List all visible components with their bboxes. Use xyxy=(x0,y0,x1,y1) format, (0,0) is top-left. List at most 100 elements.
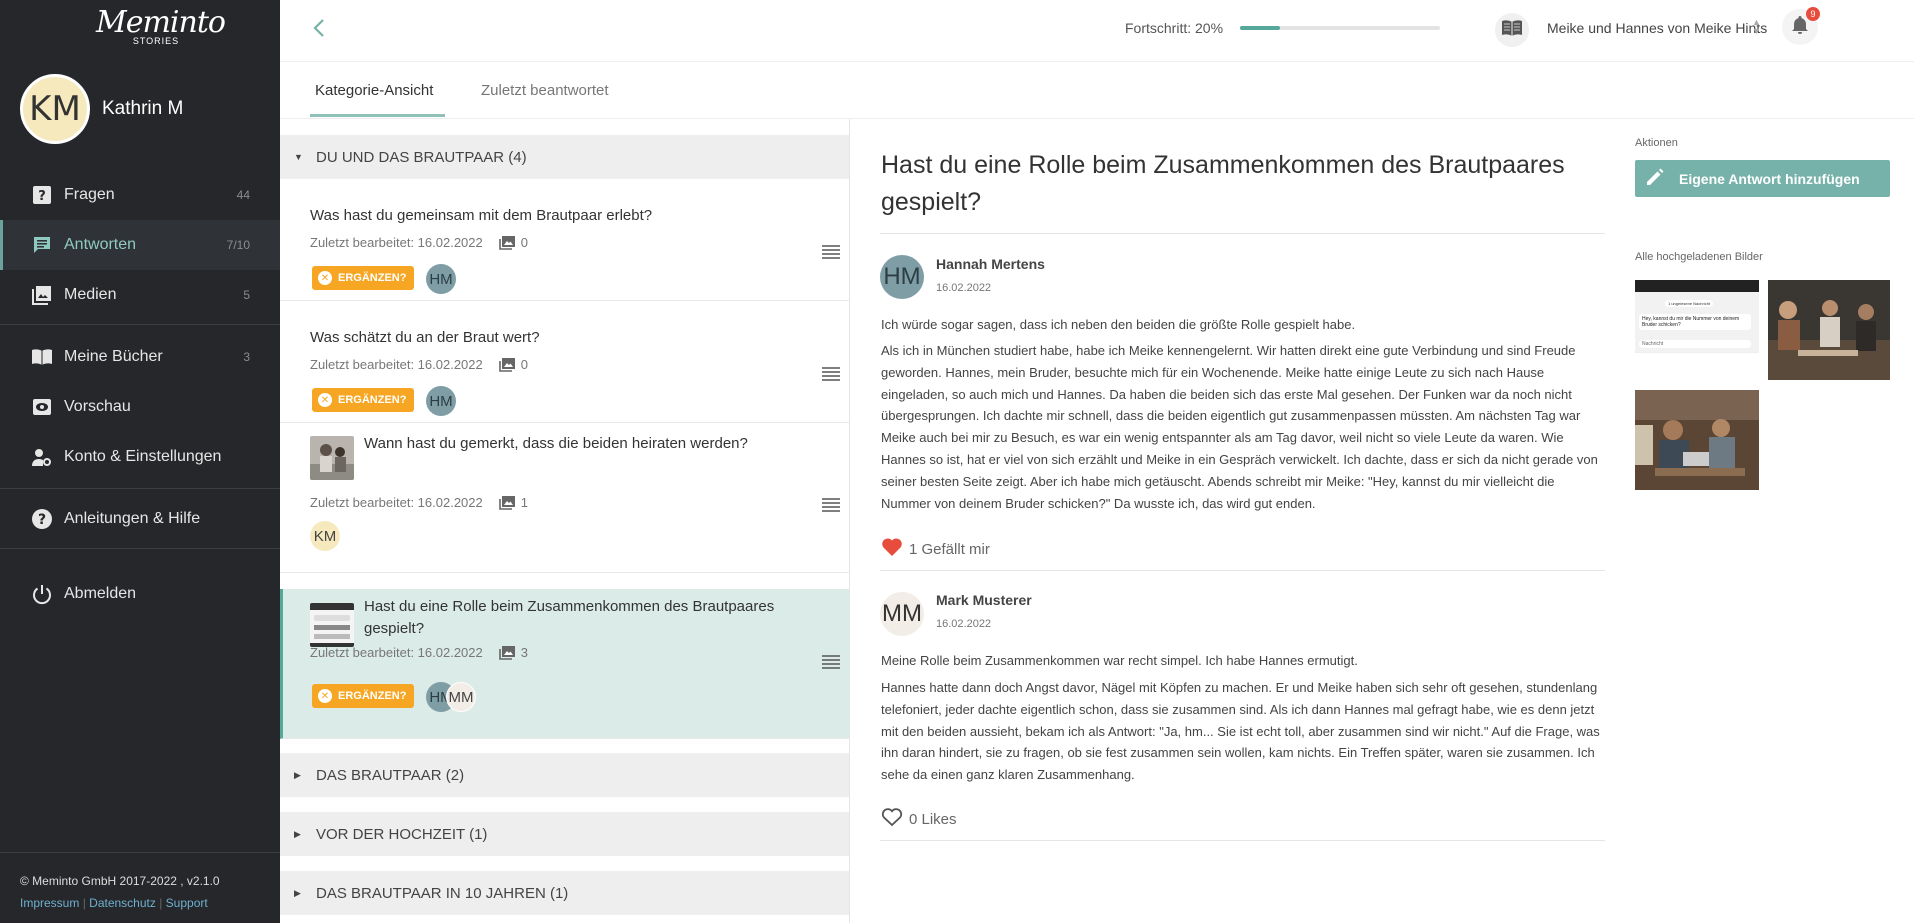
back-arrow-icon[interactable] xyxy=(308,16,332,40)
uploaded-image[interactable] xyxy=(1768,280,1890,380)
category-header[interactable]: ▼ DU UND DAS BRAUTPAAR (4) xyxy=(280,135,849,179)
divider xyxy=(0,852,280,853)
sidebar-item-medien[interactable]: Medien 5 xyxy=(0,270,280,320)
tab-kategorie-ansicht[interactable]: Kategorie-Ansicht xyxy=(315,82,433,99)
caret-right-icon: ▶ xyxy=(294,828,301,839)
active-tab-indicator xyxy=(310,114,445,117)
chat-input: Nachricht xyxy=(1639,340,1751,348)
sidebar-item-antworten[interactable]: Antworten 7/10 xyxy=(0,220,280,270)
like-count: 0 Likes xyxy=(909,810,957,828)
svg-text:?: ? xyxy=(38,189,46,204)
uploaded-image[interactable]: 1 ungelesene Nachricht Hey, kannst du mi… xyxy=(1635,280,1759,361)
question-meta: Zuletzt bearbeitet: 16.02.2022 0 xyxy=(310,357,528,372)
last-edited: Zuletzt bearbeitet: 16.02.2022 xyxy=(310,235,483,250)
progress-label: Fortschritt: 20% xyxy=(1125,20,1224,36)
power-icon xyxy=(30,582,54,606)
svg-text:?: ? xyxy=(38,512,46,528)
like-button[interactable]: 1 Gefällt mir xyxy=(881,537,990,561)
question-item[interactable]: Wann hast du gemerkt, dass die beiden he… xyxy=(280,423,849,573)
divider xyxy=(880,570,1605,571)
book-selector-title[interactable]: Meike und Hannes von Meike Hints xyxy=(1547,20,1767,36)
question-item[interactable]: Was hast du gemeinsam mit dem Brautpaar … xyxy=(280,179,849,301)
caret-down-icon: ▼ xyxy=(294,152,303,162)
answer-date: 16.02.2022 xyxy=(936,282,992,294)
phone-nav-bar xyxy=(1635,352,1759,361)
badge-label: ERGÄNZEN? xyxy=(338,394,407,406)
sidebar-item-count: 44 xyxy=(236,188,250,202)
drag-handle-icon[interactable] xyxy=(822,367,840,381)
heart-outline-icon xyxy=(881,807,909,831)
close-circle-icon: ✕ xyxy=(318,393,332,407)
ergaenzen-badge[interactable]: ✕ ERGÄNZEN? xyxy=(312,684,415,708)
drag-handle-icon[interactable] xyxy=(822,245,840,259)
notification-count-badge: 9 xyxy=(1806,7,1820,21)
question-list: ▼ DU UND DAS BRAUTPAAR (4) Was hast du g… xyxy=(280,119,850,923)
image-icon xyxy=(498,357,515,372)
answer-text: Meine Rolle beim Zusammenkommen war rech… xyxy=(881,653,1358,668)
badge-label: ERGÄNZEN? xyxy=(338,272,407,284)
avatar: KM xyxy=(310,521,340,551)
support-link[interactable]: Support xyxy=(166,896,208,910)
book-icon xyxy=(1501,19,1523,42)
category-header[interactable]: ▶ VOR DER HOCHZEIT (1) xyxy=(280,812,849,856)
like-button[interactable]: 0 Likes xyxy=(881,807,957,831)
sidebar-item-hilfe[interactable]: ? Anleitungen & Hilfe xyxy=(0,494,280,544)
divider xyxy=(880,233,1605,234)
sidebar-item-count: 7/10 xyxy=(226,238,250,252)
caret-right-icon: ▶ xyxy=(294,887,301,898)
sidebar-item-count: 5 xyxy=(243,288,250,302)
chat-message: Hey, kannst du mir die Nummer von deinem… xyxy=(1639,314,1751,330)
answer-text: Als ich in München studiert habe, habe i… xyxy=(881,343,1598,511)
answer-text: Ich würde sogar sagen, dass ich neben de… xyxy=(881,317,1356,332)
progress-fill xyxy=(1240,26,1280,30)
ergaenzen-badge[interactable]: ✕ ERGÄNZEN? xyxy=(312,266,415,290)
drag-handle-icon[interactable] xyxy=(822,498,840,512)
close-circle-icon: ✕ xyxy=(318,271,332,285)
sidebar-item-vorschau[interactable]: Vorschau xyxy=(0,382,280,432)
avatar: HM xyxy=(426,264,456,294)
sidebar-item-label: Anleitungen & Hilfe xyxy=(64,510,201,527)
question-item-selected[interactable]: Hast du eine Rolle beim Zusammenkommen d… xyxy=(280,589,849,739)
close-circle-icon: ✕ xyxy=(318,689,332,703)
question-title: Wann hast du gemerkt, dass die beiden he… xyxy=(364,435,748,452)
book-selector-button[interactable] xyxy=(1495,13,1529,47)
uploaded-image[interactable] xyxy=(1635,390,1759,490)
notifications-button[interactable]: 9 xyxy=(1782,7,1820,45)
answer-author: Hannah Mertens xyxy=(936,256,1045,272)
avatar: KM xyxy=(20,74,90,144)
category-title: DAS BRAUTPAAR IN 10 JAHREN (1) xyxy=(316,884,569,902)
category-header[interactable]: ▶ DAS BRAUTPAAR (2) xyxy=(280,753,849,797)
meminto-logo[interactable]: Meminto STORIES xyxy=(96,5,226,56)
question-heading: Hast du eine Rolle beim Zusammenkommen d… xyxy=(881,151,1565,216)
question-meta: Zuletzt bearbeitet: 16.02.2022 1 xyxy=(310,495,528,510)
tab-zuletzt-beantwortet[interactable]: Zuletzt beantwortet xyxy=(481,82,609,99)
category-header[interactable]: ▶ DAS BRAUTPAAR IN 10 JAHREN (1) xyxy=(280,871,849,915)
chat-banner: 1 ungelesene Nachricht xyxy=(1665,300,1714,307)
question-title: Hast du eine Rolle beim Zusammenkommen d… xyxy=(364,598,775,637)
image-count: 1 xyxy=(520,495,528,510)
chevron-updown-icon[interactable]: ▲ ▼ xyxy=(1752,18,1761,36)
divider xyxy=(0,324,280,325)
sidebar-item-fragen[interactable]: ? Fragen 44 xyxy=(0,170,280,220)
impressum-link[interactable]: Impressum xyxy=(20,896,79,910)
image-icon xyxy=(498,495,515,510)
user-profile[interactable]: KM Kathrin M xyxy=(20,74,183,144)
pencil-icon xyxy=(1645,167,1679,190)
sidebar-item-meine-buecher[interactable]: Meine Bücher 3 xyxy=(0,332,280,382)
chat-screenshot-header xyxy=(1635,280,1759,292)
book-icon xyxy=(30,345,54,369)
sidebar-item-label: Vorschau xyxy=(64,398,131,415)
eye-icon xyxy=(30,395,54,419)
add-own-answer-button[interactable]: Eigene Antwort hinzufügen xyxy=(1635,160,1890,197)
ergaenzen-badge[interactable]: ✕ ERGÄNZEN? xyxy=(312,388,415,412)
sidebar-item-abmelden[interactable]: Abmelden xyxy=(0,569,280,619)
bell-icon xyxy=(1791,15,1809,40)
sidebar-item-konto[interactable]: Konto & Einstellungen xyxy=(0,432,280,482)
question-item[interactable]: Was schätzt du an der Braut wert? Zuletz… xyxy=(280,301,849,423)
answers-icon xyxy=(30,233,54,257)
drag-handle-icon[interactable] xyxy=(822,655,840,669)
logo-text: Meminto xyxy=(96,5,226,40)
sidebar-item-count: 3 xyxy=(243,350,250,364)
datenschutz-link[interactable]: Datenschutz xyxy=(89,896,156,910)
sidebar-item-label: Konto & Einstellungen xyxy=(64,448,222,465)
